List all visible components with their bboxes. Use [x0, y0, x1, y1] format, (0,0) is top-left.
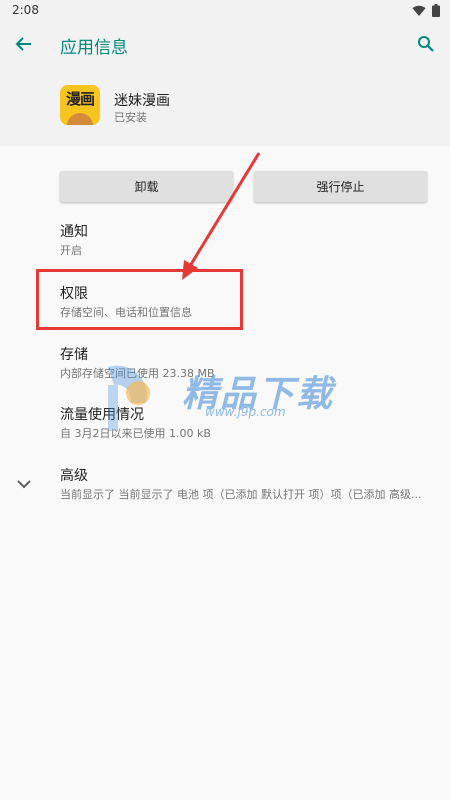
back-button[interactable]	[10, 30, 38, 58]
app-icon: 漫画	[60, 85, 100, 125]
permissions-highlight-box	[36, 269, 243, 330]
search-button[interactable]	[412, 30, 440, 58]
watermark-logo-icon	[108, 365, 150, 431]
force-stop-button[interactable]: 强行停止	[254, 171, 427, 202]
list-item-advanced[interactable]: 高级 当前显示了 当前显示了 电池 项（已添加 默认打开 项）项（已添加 高级.…	[60, 467, 440, 503]
app-header: 漫画 迷妹漫画 已安装	[0, 68, 450, 146]
status-time: 2:08	[12, 3, 39, 17]
app-icon-face	[67, 113, 93, 125]
app-name: 迷妹漫画	[114, 93, 170, 109]
item-title: 通知	[60, 224, 88, 240]
chevron-down-icon[interactable]	[14, 474, 34, 494]
watermark-url: www.j9p.com	[205, 405, 286, 419]
status-icons	[412, 4, 440, 17]
watermark: 精品下载 www.j9p.com	[100, 355, 360, 435]
battery-icon	[432, 4, 440, 17]
wifi-icon	[412, 5, 426, 16]
status-bar: 2:08	[0, 0, 450, 22]
uninstall-button[interactable]: 卸载	[60, 171, 233, 202]
search-icon	[418, 36, 434, 52]
app-install-status: 已安装	[114, 111, 147, 124]
app-icon-label: 漫画	[65, 90, 95, 108]
item-summary: 当前显示了 当前显示了 电池 项（已添加 默认打开 项）项（已添加 高级...	[60, 488, 422, 501]
app-bar: 应用信息	[0, 22, 450, 68]
item-title: 高级	[60, 468, 88, 484]
arrow-back-icon	[15, 37, 31, 51]
item-summary: 开启	[60, 244, 82, 257]
list-item-notifications[interactable]: 通知 开启	[60, 223, 88, 259]
page-title: 应用信息	[60, 38, 128, 58]
